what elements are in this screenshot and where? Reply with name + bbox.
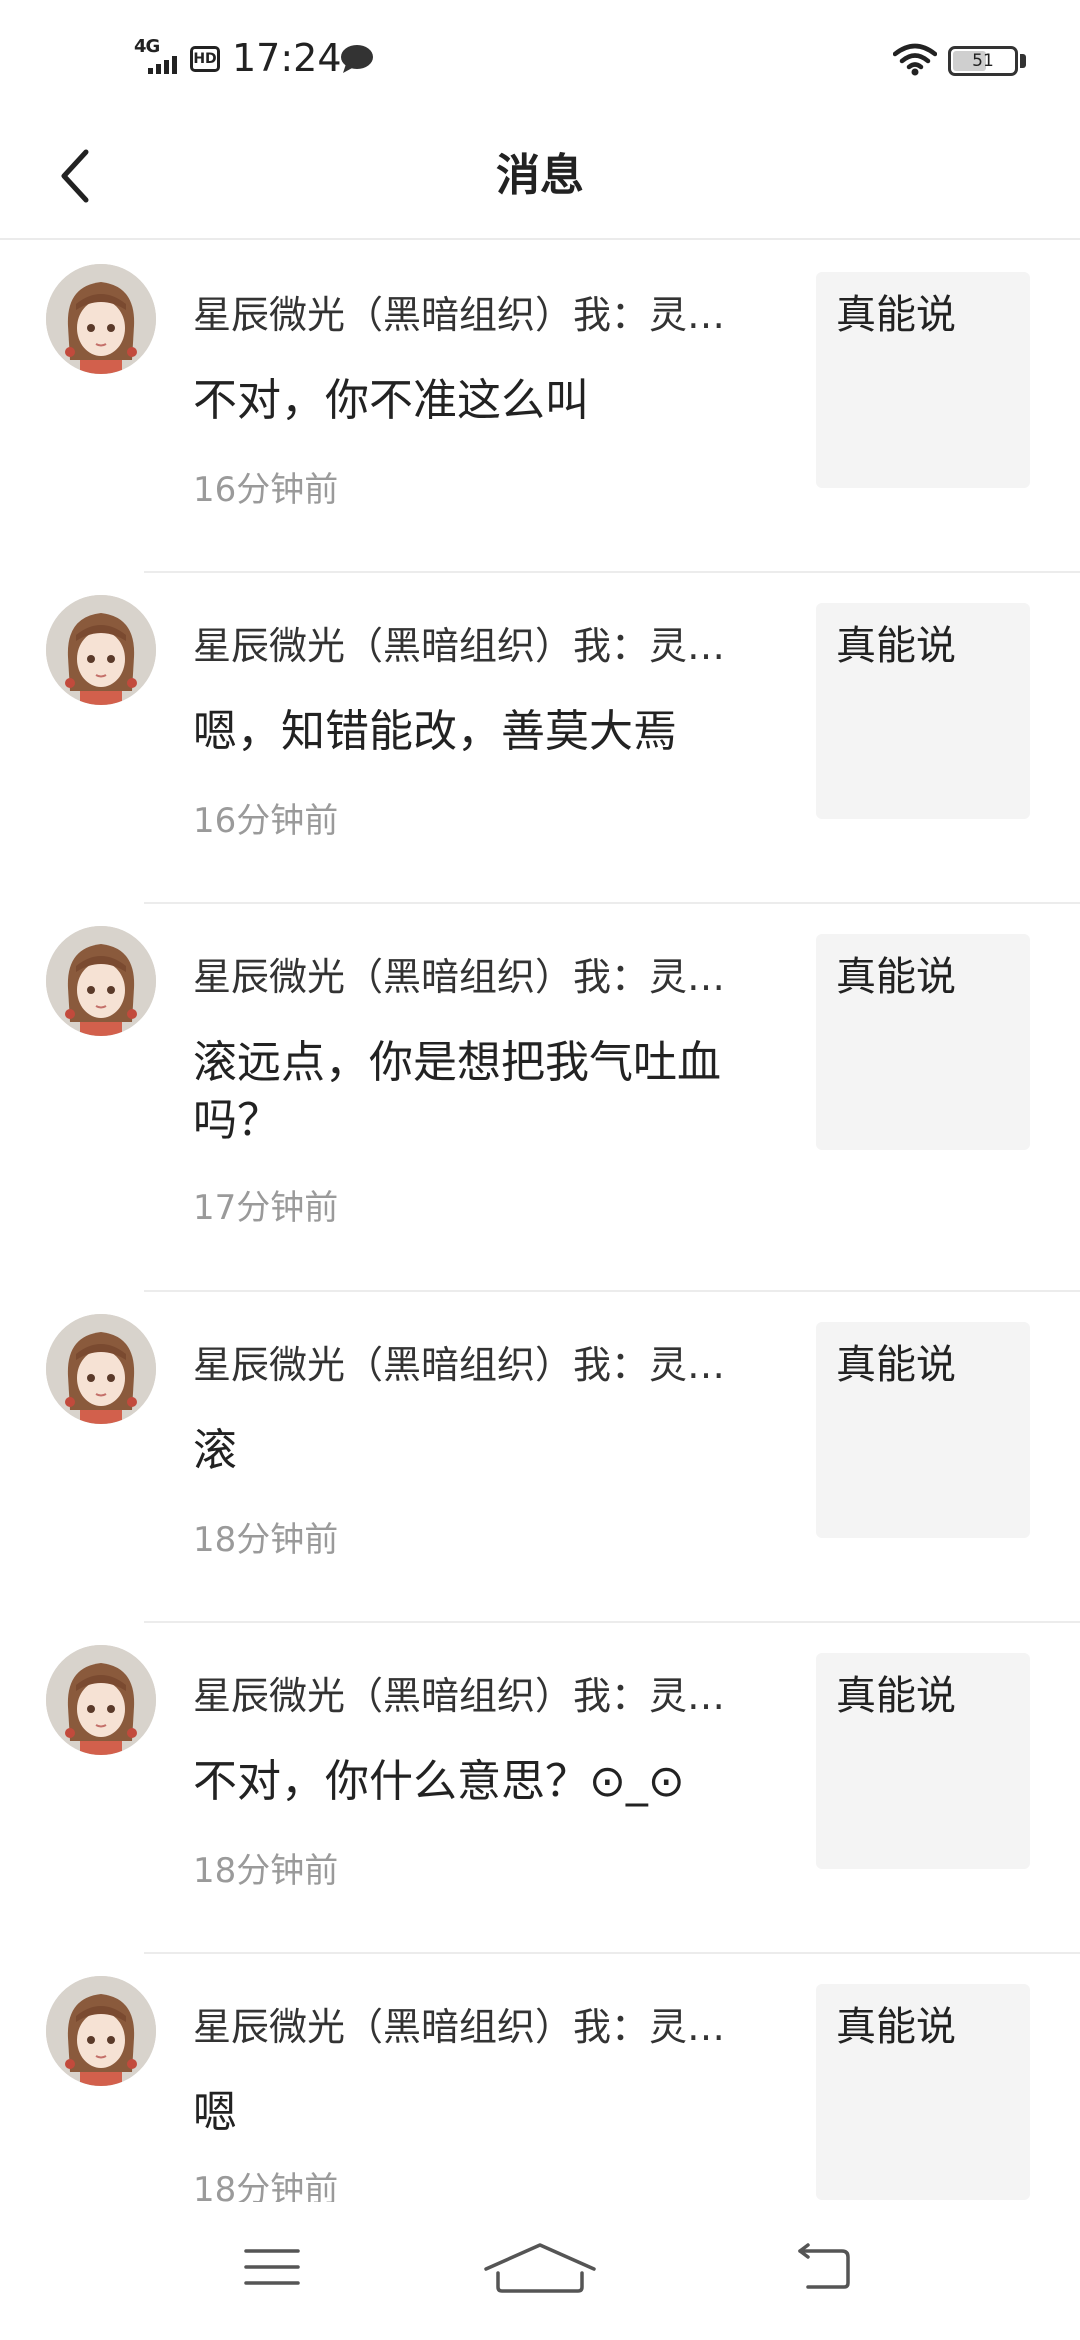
battery-icon: 51	[948, 46, 1018, 76]
battery-level: 51	[972, 51, 994, 71]
message-text: 不对，你不准这么叫	[193, 375, 589, 426]
message-time: 17分钟前	[193, 1188, 339, 1228]
quoted-post[interactable]: 真能说	[816, 603, 1030, 819]
wifi-icon	[892, 42, 938, 76]
message-item[interactable]: 星辰微光（黑暗组织）我：灵… 不对，你不准这么叫 16分钟前 真能说	[0, 242, 1080, 573]
home-icon	[484, 2243, 596, 2293]
quoted-post[interactable]: 真能说	[816, 272, 1030, 488]
message-item[interactable]: 星辰微光（黑暗组织）我：灵… 不对，你什么意思？⊙_⊙ 18分钟前 真能说	[0, 1623, 1080, 1954]
avatar[interactable]	[46, 595, 156, 705]
message-time: 18分钟前	[193, 1520, 339, 1560]
menu-icon	[244, 2249, 300, 2285]
message-text: 滚	[193, 1425, 237, 1476]
hd-badge: HD	[190, 46, 220, 72]
message-time: 16分钟前	[193, 801, 339, 841]
avatar[interactable]	[46, 264, 156, 374]
quoted-post[interactable]: 真能说	[816, 1984, 1030, 2200]
quoted-post[interactable]: 真能说	[816, 934, 1030, 1150]
menu-button[interactable]	[212, 2222, 332, 2312]
network-type: 4G	[134, 36, 160, 57]
message-author: 星辰微光（黑暗组织）我：灵…	[193, 293, 726, 337]
status-bar: 4G HD 17:24 51	[0, 0, 1080, 112]
page-title: 消息	[496, 150, 584, 201]
back-button[interactable]	[40, 134, 112, 218]
return-icon	[798, 2243, 850, 2289]
chevron-left-icon	[61, 149, 89, 203]
message-text: 嗯	[193, 2087, 237, 2138]
message-author: 星辰微光（黑暗组织）我：灵…	[193, 2005, 726, 2049]
message-item[interactable]: 星辰微光（黑暗组织）我：灵… 滚远点，你是想把我气吐血吗？ 17分钟前 真能说	[0, 904, 1080, 1292]
avatar[interactable]	[46, 926, 156, 1036]
avatar[interactable]	[46, 1645, 156, 1755]
message-author: 星辰微光（黑暗组织）我：灵…	[193, 1674, 726, 1718]
message-time: 18分钟前	[193, 2170, 339, 2202]
message-time: 16分钟前	[193, 470, 339, 510]
app-header: 消息	[0, 112, 1080, 240]
message-author: 星辰微光（黑暗组织）我：灵…	[193, 955, 726, 999]
message-item[interactable]: 星辰微光（黑暗组织）我：灵… 嗯，知错能改，善莫大焉 16分钟前 真能说	[0, 573, 1080, 904]
message-time: 18分钟前	[193, 1851, 339, 1891]
message-list[interactable]: 星辰微光（黑暗组织）我：灵… 不对，你不准这么叫 16分钟前 真能说 星辰微光（…	[0, 242, 1080, 2202]
status-time: 17:24	[232, 36, 342, 80]
quoted-post[interactable]: 真能说	[816, 1653, 1030, 1869]
message-author: 星辰微光（黑暗组织）我：灵…	[193, 624, 726, 668]
message-text: 嗯，知错能改，善莫大焉	[193, 706, 677, 757]
message-item[interactable]: 星辰微光（黑暗组织）我：灵… 嗯 18分钟前 真能说	[0, 1954, 1080, 2202]
avatar[interactable]	[46, 1314, 156, 1424]
message-author: 星辰微光（黑暗组织）我：灵…	[193, 1343, 726, 1387]
message-text: 滚远点，你是想把我气吐血吗？	[193, 1037, 721, 1146]
battery-tip	[1020, 54, 1026, 68]
system-nav-bar	[0, 2202, 1080, 2340]
screen: 4G HD 17:24 51 消息 星辰微光（黑暗组织）我：灵… 不对，你不准这…	[0, 0, 1080, 2340]
message-notification-icon	[340, 44, 374, 74]
return-button[interactable]	[764, 2222, 884, 2312]
message-item[interactable]: 星辰微光（黑暗组织）我：灵… 滚 18分钟前 真能说	[0, 1292, 1080, 1623]
message-text: 不对，你什么意思？⊙_⊙	[193, 1756, 685, 1807]
quoted-post[interactable]: 真能说	[816, 1322, 1030, 1538]
home-button[interactable]	[480, 2222, 600, 2312]
avatar[interactable]	[46, 1976, 156, 2086]
